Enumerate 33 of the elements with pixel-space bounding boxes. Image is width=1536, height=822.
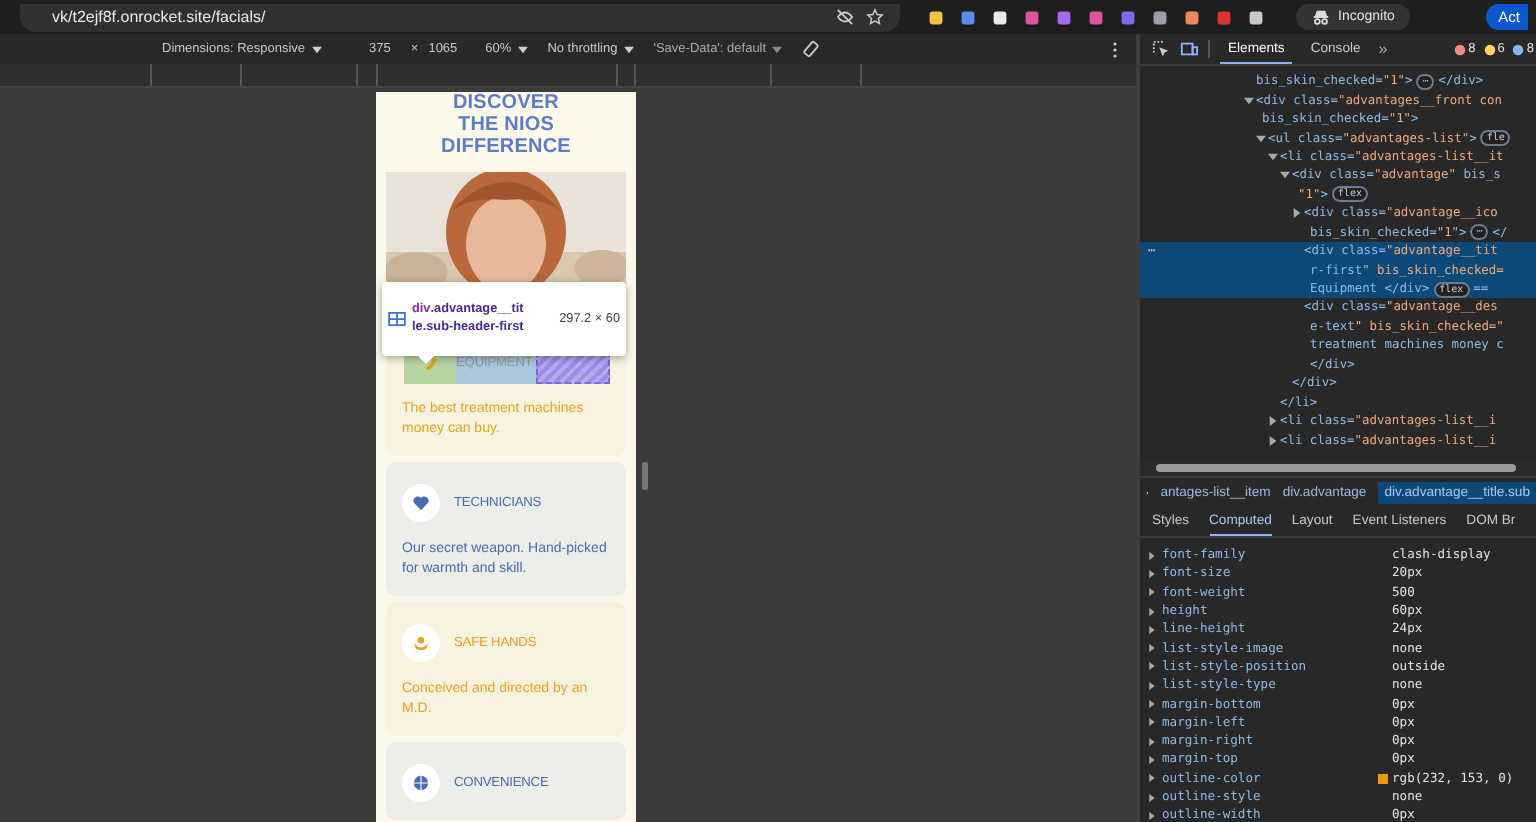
star-icon[interactable] (866, 8, 884, 26)
expand-arrow-icon[interactable] (1292, 208, 1302, 219)
grid-icon (388, 312, 406, 326)
rotate-icon[interactable] (802, 40, 821, 58)
more-tabs-button[interactable]: » (1378, 40, 1388, 58)
expand-arrow-icon[interactable] (1148, 681, 1156, 690)
expand-arrow-icon[interactable] (1148, 588, 1156, 597)
resize-handle[interactable] (642, 462, 648, 490)
eye-slash-icon[interactable] (836, 8, 854, 26)
device-icon[interactable] (1180, 40, 1198, 58)
globe-icon (412, 774, 430, 792)
expand-arrow-icon[interactable] (1148, 793, 1156, 801)
expand-arrow-icon[interactable] (1268, 435, 1278, 446)
expand-arrow-icon[interactable] (1148, 774, 1156, 783)
expand-arrow-icon[interactable] (1148, 811, 1156, 820)
more-options-icon[interactable] (1112, 41, 1119, 57)
inspect-icon[interactable] (1152, 40, 1170, 58)
caret-icon (772, 45, 783, 53)
expand-arrow-icon[interactable] (1268, 416, 1278, 427)
collapse-arrow-icon[interactable] (1244, 95, 1254, 106)
url-text: vk/t2ejf8f.onrocket.site/facials/ (52, 8, 268, 26)
collapse-arrow-icon[interactable] (1280, 170, 1290, 181)
caret-icon (517, 45, 528, 53)
collapse-arrow-icon[interactable] (1256, 133, 1266, 144)
incognito-icon (1312, 8, 1330, 26)
collapse-arrow-icon[interactable] (1268, 151, 1278, 162)
address-field[interactable]: vk/t2ejf8f.onrocket.site/facials/ (20, 3, 900, 31)
caret-icon (311, 45, 322, 53)
page-heading: DISCOVER THE NIOS DIFFERENCE (441, 92, 571, 158)
heart-icon (412, 494, 430, 512)
caret-icon (623, 45, 634, 53)
hands-icon (412, 634, 430, 652)
color-swatch[interactable] (1378, 773, 1388, 784)
